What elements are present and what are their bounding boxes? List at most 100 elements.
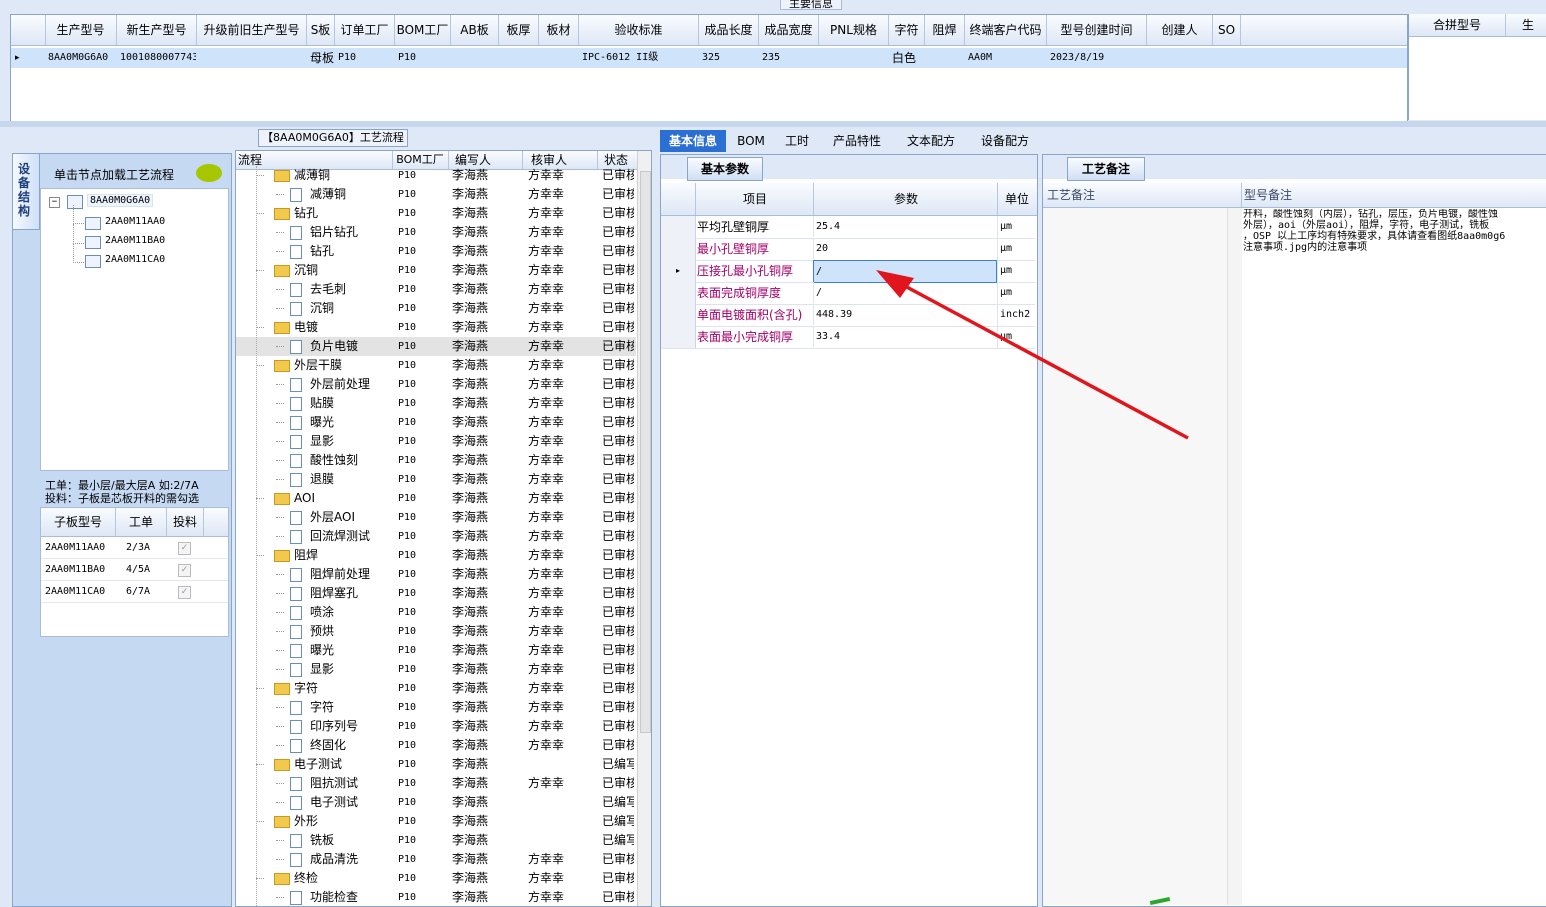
process-row[interactable]: 喷涂 P10 李海燕 方幸幸 已审核: [236, 603, 636, 622]
col-header[interactable]: 成品长度: [699, 15, 759, 45]
sub-model[interactable]: 2AA0M11CA0: [45, 586, 105, 597]
process-row[interactable]: 显影 P10 李海燕 方幸幸 已审核: [236, 660, 636, 679]
cell[interactable]: 325: [702, 48, 758, 68]
process-row[interactable]: 减薄铜 P10 李海燕 方幸幸 已审核: [236, 185, 636, 204]
process-row[interactable]: 去毛刺 P10 李海燕 方幸幸 已审核: [236, 280, 636, 299]
process-row[interactable]: 铝片钻孔 P10 李海燕 方幸幸 已审核: [236, 223, 636, 242]
cell[interactable]: 235: [762, 48, 818, 68]
tab-5[interactable]: 设备配方: [970, 130, 1040, 152]
col-header[interactable]: SO: [1213, 15, 1241, 45]
param-row[interactable]: 最小孔壁铜厚 20 μm: [661, 238, 1035, 261]
process-row[interactable]: 回流焊测试 P10 李海燕 方幸幸 已审核: [236, 527, 636, 546]
cell[interactable]: [454, 48, 498, 68]
process-row[interactable]: 电子测试 P10 李海燕 已编写: [236, 793, 636, 812]
param-value[interactable]: 20: [813, 238, 996, 259]
cell[interactable]: P10: [398, 48, 450, 68]
col-header[interactable]: 验收标准: [579, 15, 699, 45]
cell[interactable]: [200, 48, 306, 68]
tab-0[interactable]: 基本信息: [660, 130, 726, 152]
param-value[interactable]: 25.4: [813, 216, 996, 237]
col-header[interactable]: 字符: [889, 15, 925, 45]
tab-1[interactable]: BOM: [730, 130, 772, 152]
param-row[interactable]: 平均孔壁铜厚 25.4 μm: [661, 216, 1035, 239]
collapse-icon[interactable]: −: [49, 197, 60, 208]
cell[interactable]: [542, 48, 578, 68]
sub-model[interactable]: 2AA0M11BA0: [45, 564, 105, 575]
col-header[interactable]: 新生产型号: [117, 15, 197, 45]
cell[interactable]: 母板: [310, 48, 334, 68]
process-row[interactable]: 酸性蚀刻 P10 李海燕 方幸幸 已审核: [236, 451, 636, 470]
process-row[interactable]: 外层干膜 P10 李海燕 方幸幸 已审核: [236, 356, 636, 375]
process-row[interactable]: 终检 P10 李海燕 方幸幸 已审核: [236, 869, 636, 888]
col-header[interactable]: PNL规格: [819, 15, 889, 45]
process-row[interactable]: 阻抗测试 P10 李海燕 方幸幸 已审核: [236, 774, 636, 793]
process-row[interactable]: 铣板 P10 李海燕 已编写: [236, 831, 636, 850]
col-header[interactable]: 成品宽度: [759, 15, 819, 45]
cell[interactable]: 白色: [892, 48, 924, 68]
process-row[interactable]: 字符 P10 李海燕 方幸幸 已审核: [236, 679, 636, 698]
process-row[interactable]: 外形 P10 李海燕 已编写: [236, 812, 636, 831]
feed-checkbox[interactable]: ✓: [178, 542, 191, 555]
tab-2[interactable]: 工时: [776, 130, 818, 152]
process-row[interactable]: 字符 P10 李海燕 方幸幸 已审核: [236, 698, 636, 717]
model-remark-text[interactable]: 开料，酸性蚀刻（内层），钻孔，层压，负片电镀，酸性蚀 外层），aoi（外层aoi…: [1243, 209, 1546, 253]
process-row[interactable]: 成品清洗 P10 李海燕 方幸幸 已审核: [236, 850, 636, 869]
process-row[interactable]: 负片电镀 P10 李海燕 方幸幸 已审核: [236, 337, 636, 356]
process-scrollbar[interactable]: [637, 151, 651, 906]
sub-model[interactable]: 2AA0M11AA0: [45, 542, 105, 553]
basic-params-tab[interactable]: 基本参数: [687, 157, 763, 181]
process-row[interactable]: 阻焊塞孔 P10 李海燕 方幸幸 已审核: [236, 584, 636, 603]
equipment-structure-tab[interactable]: 设备结构: [12, 153, 40, 230]
cell[interactable]: 8AA0M0G6A0: [48, 48, 116, 68]
cell[interactable]: [502, 48, 538, 68]
col-header[interactable]: AB板: [451, 15, 499, 45]
sub-order[interactable]: 2/3A: [126, 542, 150, 553]
process-row[interactable]: 终固化 P10 李海燕 方幸幸 已审核: [236, 736, 636, 755]
process-row[interactable]: 电镀 P10 李海燕 方幸幸 已审核: [236, 318, 636, 337]
process-row[interactable]: 贴膜 P10 李海燕 方幸幸 已审核: [236, 394, 636, 413]
process-row[interactable]: 沉铜 P10 李海燕 方幸幸 已审核: [236, 299, 636, 318]
cell[interactable]: [928, 48, 964, 68]
col-header[interactable]: 升级前旧生产型号: [197, 15, 307, 45]
remark-scroll[interactable]: [1227, 208, 1242, 905]
tab-3[interactable]: 产品特性: [822, 130, 892, 152]
process-row[interactable]: 电子测试 P10 李海燕 已编写: [236, 755, 636, 774]
process-row[interactable]: 钻孔 P10 李海燕 方幸幸 已审核: [236, 242, 636, 261]
splitter[interactable]: [0, 121, 1546, 127]
process-row[interactable]: 曝光 P10 李海燕 方幸幸 已审核: [236, 413, 636, 432]
feed-checkbox[interactable]: ✓: [178, 564, 191, 577]
process-remark-tab[interactable]: 工艺备注: [1067, 157, 1145, 181]
col-header[interactable]: 创建人: [1147, 15, 1213, 45]
cell[interactable]: [1150, 48, 1212, 68]
sub-order[interactable]: 6/7A: [126, 586, 150, 597]
model-grid-row[interactable]: ▸ 8AA0M0G6A0 10010800077432 母板 P10 P10 IPC-601…: [11, 48, 1407, 68]
process-row[interactable]: 外层前处理 P10 李海燕 方幸幸 已审核: [236, 375, 636, 394]
process-row[interactable]: 功能检查 P10 李海燕 方幸幸 已审核: [236, 888, 636, 906]
process-row[interactable]: AOI P10 李海燕 方幸幸 已审核: [236, 489, 636, 508]
tab-4[interactable]: 文本配方: [896, 130, 966, 152]
process-row[interactable]: 退膜 P10 李海燕 方幸幸 已审核: [236, 470, 636, 489]
sub-order[interactable]: 4/5A: [126, 564, 150, 575]
col-header[interactable]: 板材: [539, 15, 579, 45]
feed-checkbox[interactable]: ✓: [178, 586, 191, 599]
process-row[interactable]: 预烘 P10 李海燕 方幸幸 已审核: [236, 622, 636, 641]
col-header[interactable]: 订单工厂: [335, 15, 395, 45]
cell[interactable]: 10010800077432: [120, 48, 196, 68]
col-header[interactable]: 板厚: [499, 15, 539, 45]
tree-child[interactable]: 2AA0M11CA0: [105, 254, 165, 265]
cell[interactable]: [1216, 48, 1240, 68]
process-row[interactable]: 阻焊 P10 李海燕 方幸幸 已审核: [236, 546, 636, 565]
tree-child[interactable]: 2AA0M11AA0: [105, 216, 165, 227]
process-row[interactable]: 显影 P10 李海燕 方幸幸 已审核: [236, 432, 636, 451]
process-row[interactable]: 阻焊前处理 P10 李海燕 方幸幸 已审核: [236, 565, 636, 584]
col-header[interactable]: 终端客户代码: [965, 15, 1047, 45]
col-header[interactable]: 阻焊: [925, 15, 965, 45]
process-row[interactable]: 沉铜 P10 李海燕 方幸幸 已审核: [236, 261, 636, 280]
cell[interactable]: 2023/8/19: [1050, 48, 1146, 68]
process-row[interactable]: 印序列号 P10 李海燕 方幸幸 已审核: [236, 717, 636, 736]
cell[interactable]: P10: [338, 48, 394, 68]
col-header[interactable]: S板: [307, 15, 335, 45]
process-row[interactable]: 钻孔 P10 李海燕 方幸幸 已审核: [236, 204, 636, 223]
process-row[interactable]: 减薄铜 P10 李海燕 方幸幸 已审核: [236, 166, 636, 185]
col-header[interactable]: 生产型号: [45, 15, 117, 45]
